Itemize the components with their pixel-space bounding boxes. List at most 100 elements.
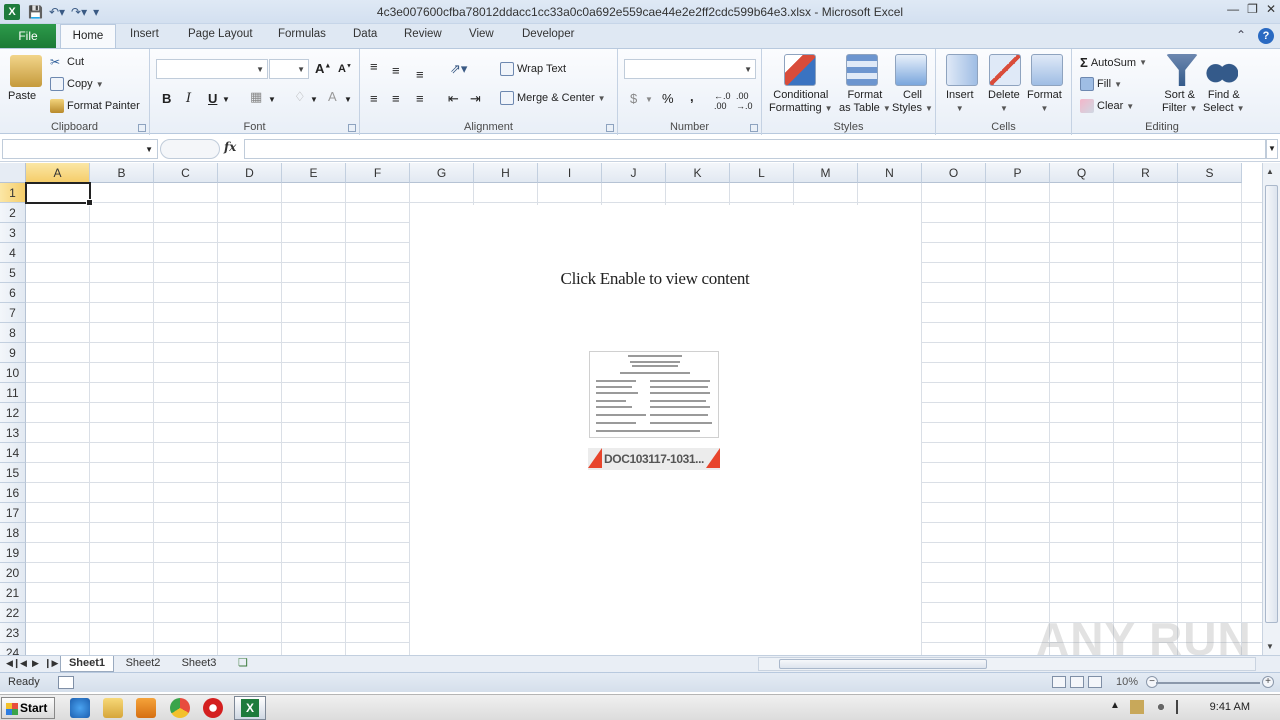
row-header[interactable]: 22 — [0, 603, 26, 623]
last-sheet-icon[interactable]: ❙▶ — [44, 658, 58, 669]
name-box-dropdown-icon[interactable]: ▼ — [145, 145, 153, 154]
column-header[interactable]: P — [986, 163, 1050, 183]
cell-styles-button[interactable]: Cell Styles ▼ — [892, 89, 933, 115]
borders-dropdown-icon[interactable]: ▼ — [268, 95, 276, 104]
sheet-tab-sheet3[interactable]: Sheet3 — [174, 656, 224, 672]
align-left-icon[interactable]: ≡ — [370, 91, 378, 106]
binoculars-icon[interactable] — [1206, 54, 1238, 86]
row-header[interactable]: 11 — [0, 383, 26, 403]
scroll-up-icon[interactable]: ▲ — [1266, 167, 1274, 176]
expand-formula-bar-icon[interactable]: ▼ — [1266, 139, 1278, 159]
align-bottom-icon[interactable]: ≡ — [416, 67, 424, 82]
copy-button[interactable]: Copy ▼ — [50, 77, 104, 91]
column-header[interactable]: I — [538, 163, 602, 183]
flag-icon[interactable] — [1176, 700, 1190, 714]
conditional-formatting-icon[interactable] — [784, 54, 816, 86]
column-header[interactable]: N — [858, 163, 922, 183]
find-select-button[interactable]: Find & Select ▼ — [1203, 89, 1245, 115]
row-header[interactable]: 23 — [0, 623, 26, 643]
tab-view[interactable]: View — [469, 28, 494, 40]
row-header[interactable]: 16 — [0, 483, 26, 503]
format-as-table-button[interactable]: Format as Table ▼ — [839, 89, 891, 115]
column-header[interactable]: J — [602, 163, 666, 183]
alignment-launcher-icon[interactable] — [606, 124, 614, 132]
folder-icon[interactable] — [103, 698, 123, 718]
cell-styles-icon[interactable] — [895, 54, 927, 86]
fill-color-dropdown-icon[interactable]: ▼ — [310, 95, 318, 104]
sort-filter-button[interactable]: Sort & Filter ▼ — [1162, 89, 1197, 115]
column-header[interactable]: F — [346, 163, 410, 183]
close-icon[interactable]: ✕ — [1266, 2, 1276, 16]
volume-icon[interactable] — [1154, 700, 1168, 714]
font-color-icon[interactable]: A — [328, 89, 337, 104]
column-header[interactable]: O — [922, 163, 986, 183]
tray-app-icon[interactable] — [1130, 700, 1144, 714]
autosum-button[interactable]: Σ AutoSum ▼ — [1080, 55, 1147, 70]
underline-dropdown-icon[interactable]: ▼ — [222, 95, 230, 104]
tab-page-layout[interactable]: Page Layout — [188, 28, 253, 40]
font-name-combo[interactable]: ▼ — [156, 59, 268, 79]
normal-view-icon[interactable] — [1052, 676, 1066, 688]
number-format-combo[interactable]: ▼ — [624, 59, 756, 79]
wrap-text-button[interactable]: Wrap Text — [500, 62, 566, 76]
scroll-down-icon[interactable]: ▼ — [1266, 642, 1274, 651]
tab-data[interactable]: Data — [353, 28, 377, 40]
name-box[interactable]: ▼ — [2, 139, 158, 159]
document-thumbnail[interactable] — [589, 351, 719, 438]
horizontal-scroll-thumb[interactable] — [779, 659, 987, 669]
align-top-icon[interactable]: ≡ — [370, 59, 378, 74]
tab-home[interactable]: Home — [60, 24, 116, 49]
format-as-table-icon[interactable] — [846, 54, 878, 86]
format-painter-button[interactable]: Format Painter — [50, 99, 140, 113]
percent-button[interactable]: % — [662, 91, 674, 106]
opera-icon[interactable] — [203, 698, 223, 718]
row-header[interactable]: 13 — [0, 423, 26, 443]
decrease-indent-icon[interactable]: ⇤ — [448, 91, 459, 107]
column-header[interactable]: E — [282, 163, 346, 183]
zoom-slider[interactable] — [1156, 682, 1260, 684]
borders-icon[interactable]: ▦ — [250, 89, 262, 105]
column-header[interactable]: S — [1178, 163, 1242, 183]
delete-cells-button[interactable]: Delete ▼ — [988, 89, 1020, 115]
minimize-icon[interactable]: — — [1227, 2, 1239, 16]
tray-expand-icon[interactable]: ▲ — [1110, 700, 1124, 714]
font-color-dropdown-icon[interactable]: ▼ — [344, 95, 352, 104]
currency-dropdown-icon[interactable]: ▼ — [645, 95, 653, 104]
row-header[interactable]: 1 — [0, 183, 26, 203]
column-header[interactable]: R — [1114, 163, 1178, 183]
font-size-combo[interactable]: ▼ — [269, 59, 309, 79]
conditional-formatting-button[interactable]: Conditional Formatting ▼ — [769, 89, 833, 115]
align-right-icon[interactable]: ≡ — [416, 91, 424, 106]
row-header[interactable]: 10 — [0, 363, 26, 383]
fill-color-icon[interactable]: ♢ — [294, 89, 306, 105]
increase-decimal-icon[interactable]: ←.0.00 — [714, 91, 731, 111]
zoom-level[interactable]: 10% — [1116, 676, 1138, 688]
column-header[interactable]: G — [410, 163, 474, 183]
insert-sheet-icon[interactable]: ❏ — [232, 656, 254, 672]
row-header[interactable]: 12 — [0, 403, 26, 423]
media-player-icon[interactable] — [136, 698, 156, 718]
delete-cells-icon[interactable] — [989, 54, 1021, 86]
comma-button[interactable]: , — [690, 89, 694, 104]
minimize-ribbon-icon[interactable]: ⌃ — [1236, 28, 1246, 44]
sheet-tab-sheet2[interactable]: Sheet2 — [118, 656, 168, 672]
insert-cells-button[interactable]: Insert ▼ — [946, 89, 974, 115]
shrink-font-icon[interactable]: A▼ — [338, 63, 352, 75]
zoom-in-icon[interactable]: + — [1262, 676, 1274, 688]
prev-sheet-icon[interactable]: ◀ — [20, 658, 27, 669]
row-header[interactable]: 19 — [0, 543, 26, 563]
grow-font-icon[interactable]: A▲ — [315, 61, 331, 76]
clipboard-launcher-icon[interactable] — [138, 124, 146, 132]
vertical-scroll-thumb[interactable] — [1265, 185, 1278, 623]
currency-button[interactable]: $ — [630, 91, 637, 106]
page-break-view-icon[interactable] — [1088, 676, 1102, 688]
row-header[interactable]: 6 — [0, 283, 26, 303]
row-header[interactable]: 15 — [0, 463, 26, 483]
format-cells-button[interactable]: Format ▼ — [1027, 89, 1062, 115]
first-sheet-icon[interactable]: ◀❙ — [6, 658, 20, 669]
page-layout-view-icon[interactable] — [1070, 676, 1084, 688]
tab-formulas[interactable]: Formulas — [278, 28, 326, 40]
tab-review[interactable]: Review — [404, 28, 442, 40]
bold-button[interactable]: B — [162, 91, 171, 106]
sheet-tab-sheet1[interactable]: Sheet1 — [60, 656, 114, 672]
